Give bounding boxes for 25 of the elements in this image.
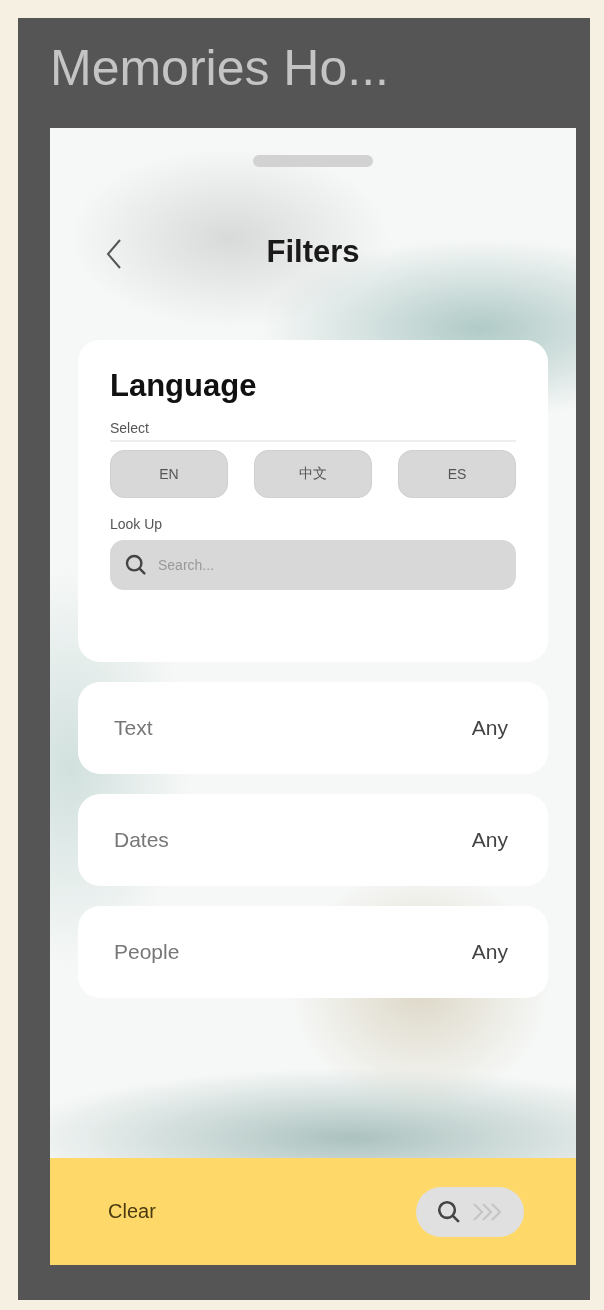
clear-button[interactable]: Clear: [108, 1200, 156, 1223]
language-option[interactable]: 中文: [254, 450, 372, 498]
filter-value: Any: [471, 716, 508, 740]
filter-label: People: [114, 940, 180, 964]
search-icon: [436, 1198, 462, 1225]
filter-label: Dates: [114, 828, 169, 852]
filter-row[interactable]: Text Any: [78, 682, 548, 774]
card-title: Language: [110, 368, 257, 404]
filter-row[interactable]: Dates Any: [78, 794, 548, 886]
back-chevron-icon[interactable]: [105, 238, 123, 270]
drag-handle[interactable]: [253, 155, 373, 167]
screen-title: Filters: [266, 234, 360, 270]
look-up-label: Look Up: [110, 516, 163, 532]
search-field[interactable]: Search...: [110, 540, 516, 590]
slide-title: Memories Ho...: [50, 39, 389, 98]
select-label: Select: [110, 420, 149, 436]
filter-row[interactable]: People Any: [78, 906, 548, 998]
search-go-button[interactable]: [416, 1186, 524, 1237]
language-option[interactable]: EN: [110, 450, 228, 498]
triple-chevron-icon: [472, 1200, 504, 1223]
language-option[interactable]: ES: [398, 450, 516, 498]
search-icon: [124, 553, 148, 577]
filter-label: Text: [114, 716, 153, 740]
filter-value: Any: [471, 828, 508, 852]
filter-value: Any: [471, 940, 508, 964]
